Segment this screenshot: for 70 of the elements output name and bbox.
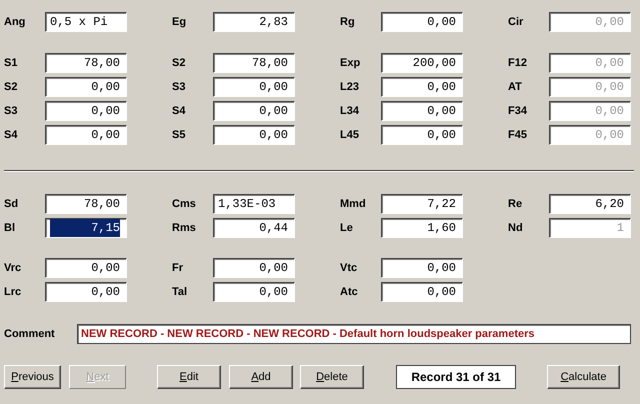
nav-button[interactable]: Edit: [157, 365, 221, 389]
field-label: Nd: [508, 221, 524, 236]
field-label: Atc: [340, 285, 359, 300]
field-label: S4: [172, 104, 186, 119]
input-field[interactable]: 0,00: [45, 101, 127, 121]
field-label: Re: [508, 197, 524, 212]
input-field[interactable]: 7,22: [381, 194, 463, 214]
nav-button[interactable]: Previous: [4, 365, 61, 389]
field-label: Rms: [172, 221, 197, 236]
input-field[interactable]: 0,00: [45, 258, 127, 278]
input-field[interactable]: 0,00: [381, 77, 463, 97]
input-field[interactable]: 78,00: [45, 53, 127, 73]
field-label: Le: [340, 221, 354, 236]
input-field[interactable]: 2,83: [213, 12, 295, 32]
field-label: Fr: [172, 261, 184, 276]
field-label: Tal: [172, 285, 188, 300]
nav-button[interactable]: Delete: [300, 365, 364, 389]
field-label: Cms: [172, 197, 197, 212]
field-label: L23: [340, 80, 360, 95]
input-field[interactable]: 0,00: [45, 282, 127, 302]
input-field[interactable]: 0,00: [381, 258, 463, 278]
input-field[interactable]: 0,44: [213, 218, 295, 238]
field-label: Lrc: [4, 285, 22, 300]
field-label: Rg: [340, 15, 356, 30]
field-label: AT: [508, 80, 523, 95]
input-field[interactable]: 0,00: [213, 125, 295, 145]
field-label: S3: [4, 104, 18, 119]
field-label: Cir: [508, 15, 524, 30]
input-field[interactable]: 0,00: [213, 101, 295, 121]
field-label: Mmd: [340, 197, 367, 212]
input-field[interactable]: 0,00: [381, 125, 463, 145]
field-label: F12: [508, 56, 528, 71]
field-label: L45: [340, 128, 360, 143]
input-field[interactable]: 78,00: [45, 194, 127, 214]
input-field[interactable]: 200,00: [381, 53, 463, 73]
field-label: Bl: [4, 221, 16, 236]
input-field[interactable]: 0,00: [381, 12, 463, 32]
field-label: F45: [508, 128, 528, 143]
comment-label: Comment: [4, 327, 56, 342]
input-field[interactable]: 7,15: [45, 218, 127, 238]
nav-button[interactable]: Calculate: [547, 365, 620, 389]
field-label: Ang: [4, 15, 26, 30]
comment-field[interactable]: NEW RECORD - NEW RECORD - NEW RECORD - Default horn loudspeaker parameters: [77, 324, 631, 344]
input-field[interactable]: 0,00: [213, 258, 295, 278]
field-label: S1: [4, 56, 18, 71]
input-field[interactable]: 0,00: [213, 282, 295, 302]
input-field[interactable]: 1,33E-03: [213, 194, 295, 214]
input-field[interactable]: 78,00: [213, 53, 295, 73]
field-label: Vtc: [340, 261, 358, 276]
input-field[interactable]: 0,00: [381, 101, 463, 121]
record-counter: Record 31 of 31: [396, 365, 516, 389]
input-field[interactable]: 0,5 x Pi: [45, 12, 127, 32]
input-field[interactable]: 0,00: [45, 125, 127, 145]
input-field[interactable]: 1,60: [381, 218, 463, 238]
input-field[interactable]: 6,20: [549, 194, 631, 214]
field-label: S2: [172, 56, 186, 71]
field-label: F34: [508, 104, 528, 119]
input-field[interactable]: 0,00: [381, 282, 463, 302]
field-label: Exp: [340, 56, 362, 71]
field-label: Sd: [4, 197, 20, 212]
nav-button[interactable]: Add: [229, 365, 293, 389]
field-label: S4: [4, 128, 18, 143]
field-label: Eg: [172, 15, 188, 30]
field-label: S2: [4, 80, 18, 95]
input-field[interactable]: 0,00: [45, 77, 127, 97]
input-field[interactable]: 0,00: [213, 77, 295, 97]
field-label: S5: [172, 128, 186, 143]
field-label: S3: [172, 80, 186, 95]
field-label: L34: [340, 104, 360, 119]
field-label: Vrc: [4, 261, 22, 276]
